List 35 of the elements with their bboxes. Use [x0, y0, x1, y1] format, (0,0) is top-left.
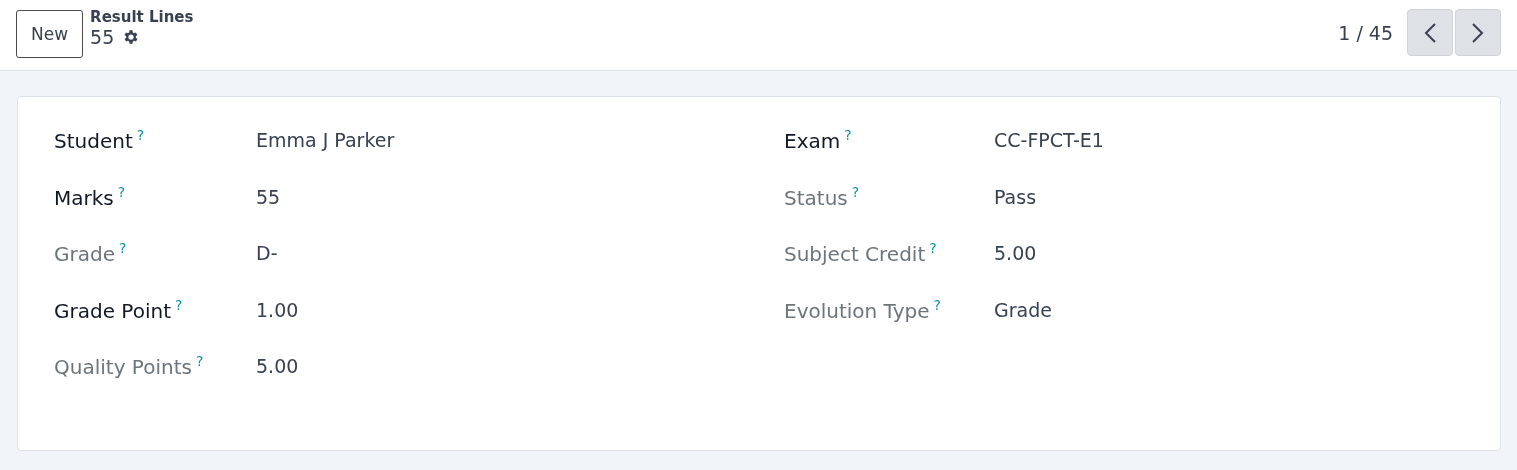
help-tooltip[interactable]: ?	[933, 296, 941, 313]
field-label: Marks $^{?}$	[54, 183, 126, 210]
field-label: Exam $^{?}$	[784, 127, 852, 153]
field-label: Status $^{?}$	[784, 183, 860, 210]
field-value: 1.00	[256, 297, 300, 321]
field-value: Emma J Parker	[256, 128, 396, 151]
previous-button[interactable]	[1407, 9, 1453, 56]
breadcrumb[interactable]: Result Lines	[90, 8, 194, 26]
field-label: Evolution Type $^{?}$	[784, 296, 941, 323]
help-tooltip[interactable]: ?	[844, 127, 852, 143]
help-tooltip[interactable]: ?	[175, 296, 183, 313]
help-tooltip[interactable]: ?	[117, 183, 126, 200]
next-button[interactable]	[1455, 9, 1501, 56]
field-label: Grade $^{?}$	[54, 240, 127, 266]
chevron-right-icon	[1471, 21, 1485, 44]
pager-value: 1 / 45	[1338, 21, 1393, 44]
record-name: 55	[90, 26, 115, 48]
field-value: 5.00	[256, 354, 300, 377]
help-tooltip[interactable]: ?	[851, 183, 860, 200]
help-tooltip[interactable]: ?	[136, 127, 145, 143]
field-value: D-	[256, 241, 279, 264]
field-value: 55	[256, 184, 282, 208]
help-tooltip[interactable]: ?	[119, 240, 127, 256]
field-value: Grade	[994, 297, 1053, 321]
help-tooltip[interactable]: ?	[929, 240, 937, 256]
chevron-left-icon	[1423, 21, 1437, 44]
field-label: Grade Point $^{?}$	[54, 296, 183, 323]
field-value: Pass	[994, 184, 1038, 208]
field-label: Subject Credit $^{?}$	[784, 240, 937, 266]
new-button[interactable]: New	[16, 10, 84, 58]
field-label: Quality Points $^{?}$	[54, 353, 204, 379]
help-tooltip[interactable]: ?	[195, 353, 204, 369]
field-value: CC-FPCT-E1	[994, 128, 1105, 151]
field-label: Student $^{?}$	[54, 127, 145, 153]
field-value: 5.00	[994, 241, 1038, 264]
